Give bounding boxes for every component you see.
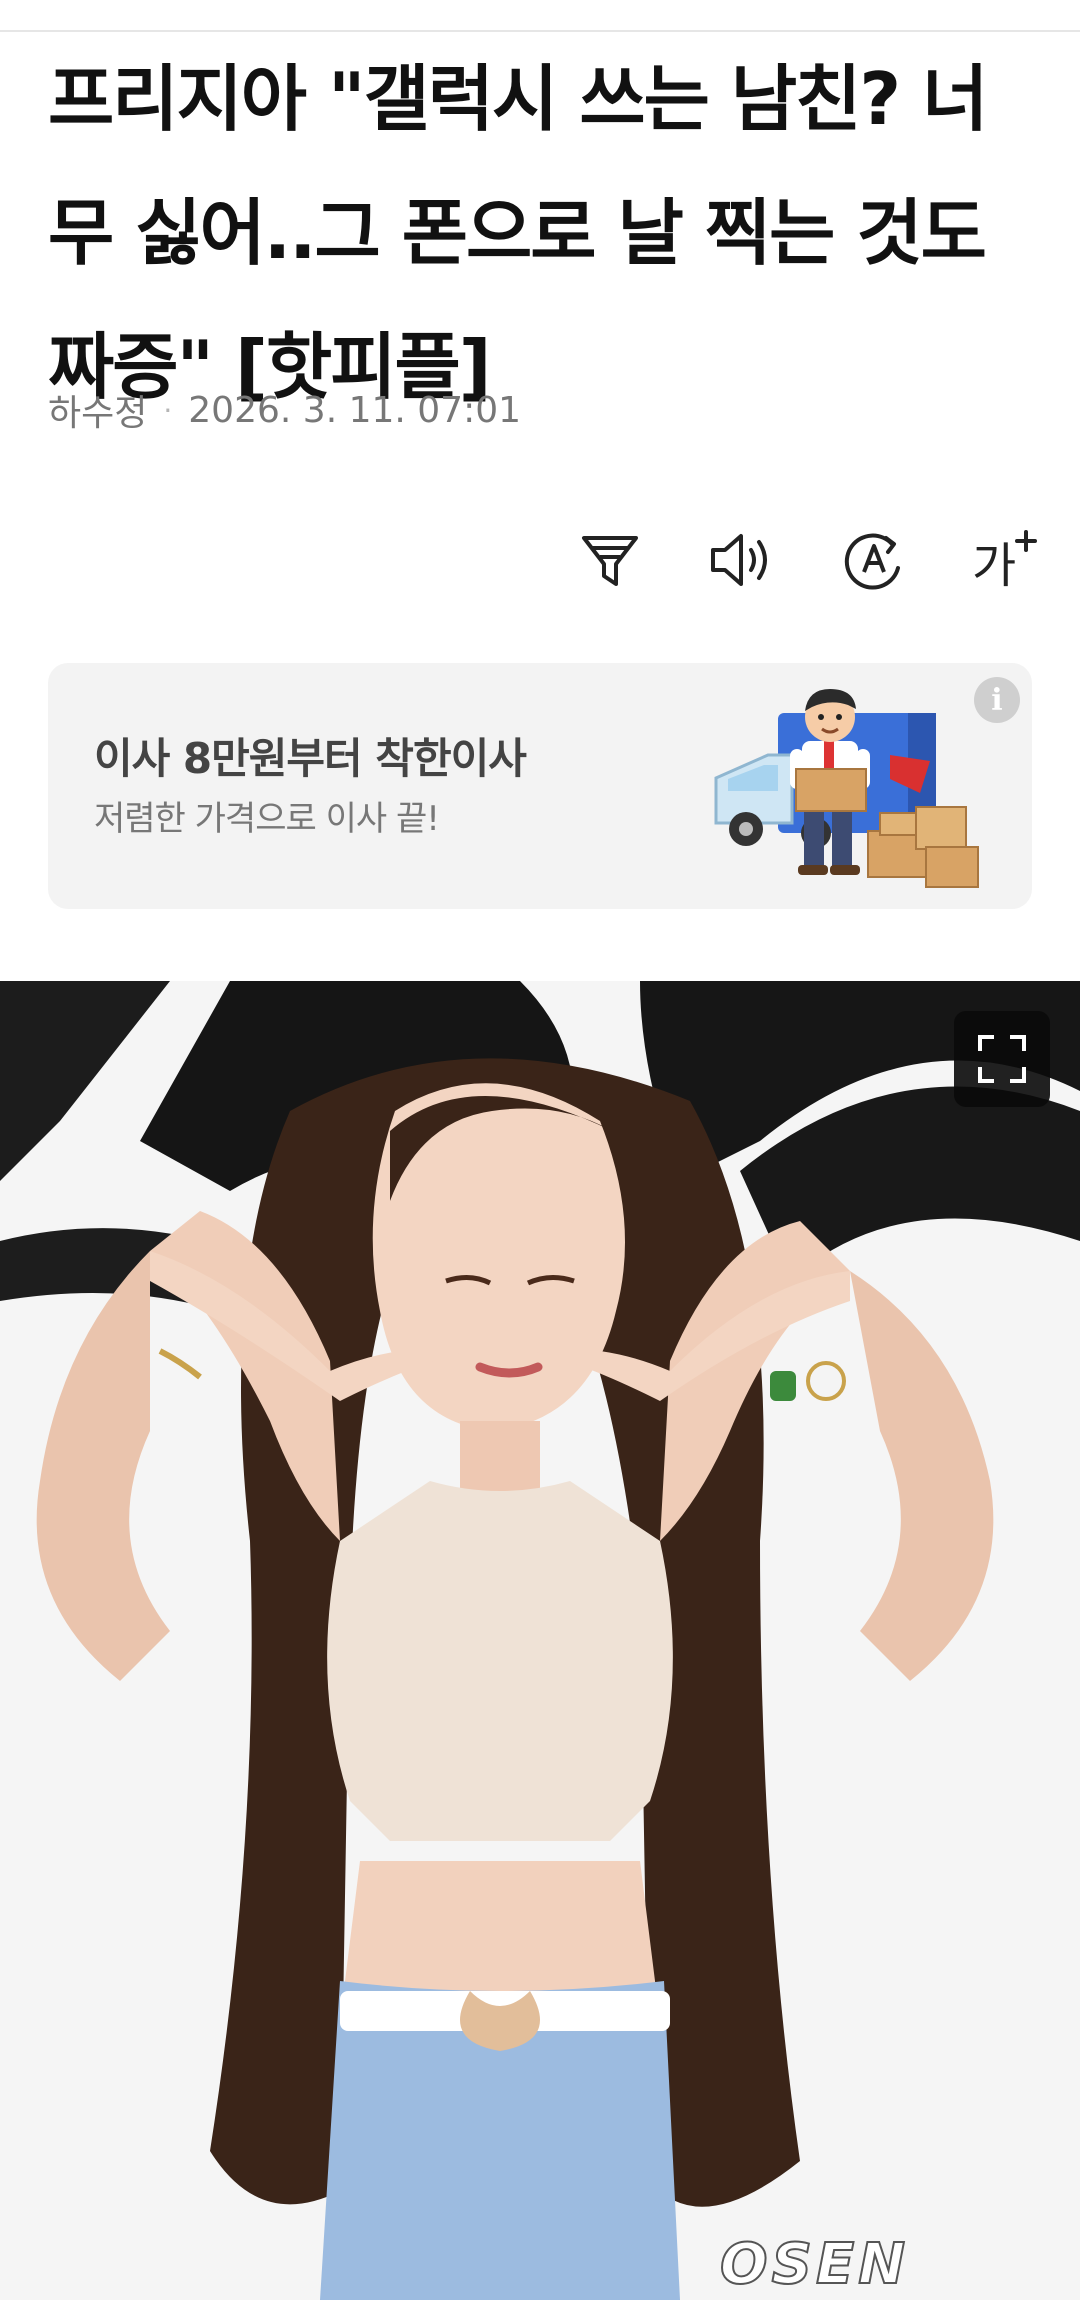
photo-scene [0, 981, 1080, 2300]
ad-subtitle: 저렴한 가격으로 이사 끝! [94, 799, 440, 839]
ad-title: 이사 8만원부터 착한이사 [94, 734, 527, 783]
speaker-icon [711, 534, 767, 586]
font-size-glyph: 가 [972, 538, 1016, 592]
publish-datetime: 2026. 3. 11. 07:01 [188, 389, 522, 431]
summary-button[interactable] [572, 522, 648, 598]
font-size-icon: 가 [972, 530, 1037, 592]
translate-button[interactable] [836, 522, 912, 598]
listen-button[interactable] [704, 522, 780, 598]
filter-funnel-icon [582, 536, 638, 586]
moving-service-illustration [714, 689, 979, 888]
osen-watermark-text: OSEN [720, 2235, 909, 2291]
ad-banner[interactable]: 이사 8만원부터 착한이사 저렴한 가격으로 이사 끝! i [48, 663, 1032, 909]
article-photo[interactable]: OSEN [0, 981, 1080, 2300]
translate-icon [844, 533, 900, 590]
author-name[interactable]: 하수정 [48, 384, 147, 436]
text-size-button[interactable]: 가 [968, 522, 1044, 598]
info-icon[interactable]: i [974, 677, 1020, 723]
fullscreen-button[interactable] [954, 1011, 1050, 1107]
article-toolbar: 가 [540, 520, 1044, 600]
article-byline: 하수정 · 2026. 3. 11. 07:01 [48, 384, 522, 436]
article-headline: 프리지아 "갤럭시 쓰는 남친? 너무 싫어..그 폰으로 날 찍는 것도 짜증… [48, 57, 988, 409]
byline-separator: · [163, 393, 173, 427]
fullscreen-icon [978, 1035, 1026, 1083]
osen-watermark: OSEN [719, 2235, 909, 2291]
